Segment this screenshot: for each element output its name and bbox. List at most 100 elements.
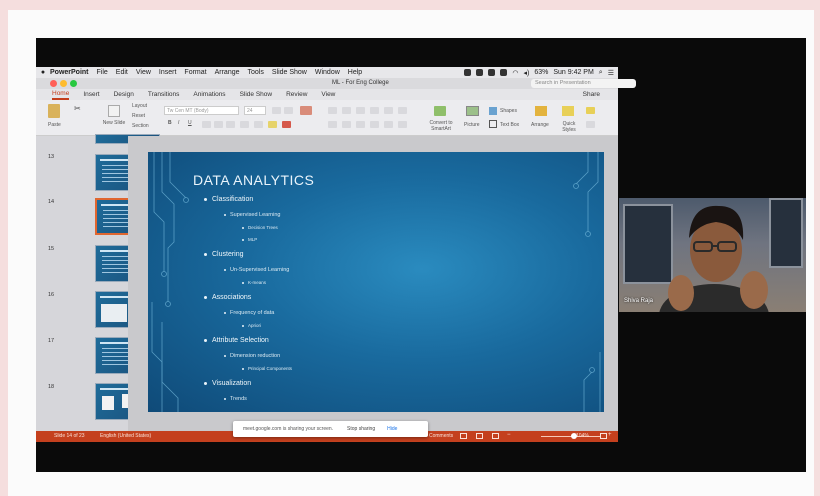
wifi-icon[interactable]: ◠	[512, 69, 518, 77]
text-effects-icon[interactable]	[254, 121, 263, 128]
bullet-level-2[interactable]: Trends	[224, 396, 247, 402]
text-direction-icon[interactable]	[384, 121, 393, 128]
shape-fill-icon[interactable]	[586, 107, 595, 114]
quick-styles-label[interactable]: Quick Styles	[556, 121, 582, 133]
shapes-icon[interactable]	[489, 107, 497, 115]
fit-to-window-icon[interactable]	[600, 433, 607, 439]
bullet-level-2[interactable]: Un-Supervised Learning	[224, 267, 289, 273]
tab-insert[interactable]: Insert	[83, 91, 99, 98]
bullet-level-3[interactable]: Principal Components	[242, 366, 292, 371]
bullet-level-1[interactable]: Visualization	[204, 380, 251, 387]
menu-slide-show[interactable]: Slide Show	[272, 69, 307, 76]
reading-view-icon[interactable]	[492, 433, 499, 439]
layout-button[interactable]: Layout	[132, 103, 147, 109]
current-slide[interactable]: DATA ANALYTICS Classification Supervised…	[148, 152, 604, 412]
align-right-icon[interactable]	[356, 121, 365, 128]
align-text-icon[interactable]	[398, 121, 407, 128]
picture-icon[interactable]	[466, 106, 479, 116]
menu-tools[interactable]: Tools	[248, 69, 264, 76]
arrange-icon[interactable]	[535, 106, 547, 116]
minimize-window-icon[interactable]	[60, 80, 67, 87]
menu-view[interactable]: View	[136, 69, 151, 76]
status-app-icon[interactable]	[464, 69, 472, 76]
menu-edit[interactable]: Edit	[116, 69, 128, 76]
italic-icon[interactable]: I	[178, 120, 179, 126]
zoom-window-icon[interactable]	[70, 80, 77, 87]
bullet-level-1[interactable]: Clustering	[204, 251, 244, 258]
zoom-level[interactable]: 104%	[576, 433, 589, 439]
menu-arrange[interactable]: Arrange	[215, 69, 240, 76]
arrange-label[interactable]: Arrange	[531, 122, 549, 128]
columns-icon[interactable]	[398, 107, 407, 114]
search-presentation-input[interactable]: Search in Presentation	[531, 79, 636, 88]
justify-icon[interactable]	[370, 121, 379, 128]
tab-slide-show[interactable]: Slide Show	[240, 91, 273, 98]
section-button[interactable]: Section	[132, 123, 149, 129]
underline-icon[interactable]: U	[188, 120, 192, 126]
convert-smartart-label[interactable]: Convert to SmartArt	[422, 120, 460, 132]
bold-icon[interactable]: B	[168, 120, 172, 126]
normal-view-icon[interactable]	[460, 433, 467, 439]
tab-review[interactable]: Review	[286, 91, 307, 98]
align-left-icon[interactable]	[328, 121, 337, 128]
menu-format[interactable]: Format	[184, 69, 206, 76]
cut-icon[interactable]: ✂	[74, 104, 81, 113]
line-spacing-icon[interactable]	[384, 107, 393, 114]
font-size-select[interactable]: 24	[244, 106, 266, 115]
shapes-label[interactable]: Shapes	[500, 108, 517, 114]
bullet-level-3[interactable]: K-means	[242, 280, 266, 285]
superscript-icon[interactable]	[214, 121, 223, 128]
tab-home[interactable]: Home	[52, 90, 70, 100]
slide-thumbnails-panel[interactable]: 13 14 15 16 17 18	[36, 134, 160, 431]
font-name-select[interactable]: Tw Cen MT (Body)	[164, 106, 239, 115]
picture-label[interactable]: Picture	[464, 122, 480, 128]
bullet-level-2[interactable]: Frequency of data	[224, 310, 274, 316]
bullet-level-1[interactable]: Attribute Selection	[204, 337, 269, 344]
volume-icon[interactable]: ◂)	[523, 69, 529, 77]
menu-insert[interactable]: Insert	[159, 69, 177, 76]
language-indicator[interactable]: English (United States)	[100, 433, 151, 439]
close-window-icon[interactable]	[50, 80, 57, 87]
bullet-level-3[interactable]: Apriori	[242, 323, 261, 328]
align-center-icon[interactable]	[342, 121, 351, 128]
status-app-icon[interactable]	[488, 69, 496, 76]
text-box-icon[interactable]	[489, 120, 497, 128]
status-app-icon[interactable]	[476, 69, 484, 76]
shrink-font-icon[interactable]	[284, 107, 293, 114]
strikethrough-icon[interactable]	[202, 121, 211, 128]
comments-button[interactable]: Comments	[429, 433, 453, 439]
bullet-level-1[interactable]: Associations	[204, 294, 251, 301]
app-menu-name[interactable]: PowerPoint	[50, 69, 89, 76]
subscript-icon[interactable]	[226, 121, 235, 128]
slide-title[interactable]: DATA ANALYTICS	[193, 172, 314, 188]
menu-help[interactable]: Help	[348, 69, 362, 76]
bullet-level-1[interactable]: Classification	[204, 196, 253, 203]
tab-design[interactable]: Design	[114, 91, 134, 98]
new-slide-icon[interactable]	[108, 105, 120, 117]
zoom-in-icon[interactable]: +	[608, 432, 612, 438]
highlight-icon[interactable]	[268, 121, 277, 128]
menu-window[interactable]: Window	[315, 69, 340, 76]
menu-clock[interactable]: Sun 9:42 PM	[553, 69, 593, 76]
status-app-icon[interactable]	[500, 69, 508, 76]
quick-styles-icon[interactable]	[562, 106, 574, 116]
menu-file[interactable]: File	[97, 69, 108, 76]
spotlight-icon[interactable]: ⌕	[599, 69, 603, 77]
hide-banner-button[interactable]: Hide	[387, 426, 397, 432]
decrease-indent-icon[interactable]	[356, 107, 365, 114]
text-box-label[interactable]: Text Box	[500, 122, 519, 128]
grow-font-icon[interactable]	[272, 107, 281, 114]
apple-icon[interactable]: ●	[36, 69, 50, 76]
bullet-level-3[interactable]: MLP	[242, 237, 257, 242]
tab-animations[interactable]: Animations	[193, 91, 225, 98]
bullet-level-3[interactable]: Decision Trees	[242, 225, 278, 230]
bullet-level-2[interactable]: Dimension reduction	[224, 353, 280, 359]
char-spacing-icon[interactable]	[240, 121, 249, 128]
tab-transitions[interactable]: Transitions	[148, 91, 180, 98]
paste-label[interactable]: Paste	[48, 122, 61, 128]
smartart-icon[interactable]	[434, 106, 446, 116]
shape-outline-icon[interactable]	[586, 121, 595, 128]
increase-indent-icon[interactable]	[370, 107, 379, 114]
battery-percent[interactable]: 63%	[534, 69, 548, 76]
reset-button[interactable]: Reset	[132, 113, 145, 119]
